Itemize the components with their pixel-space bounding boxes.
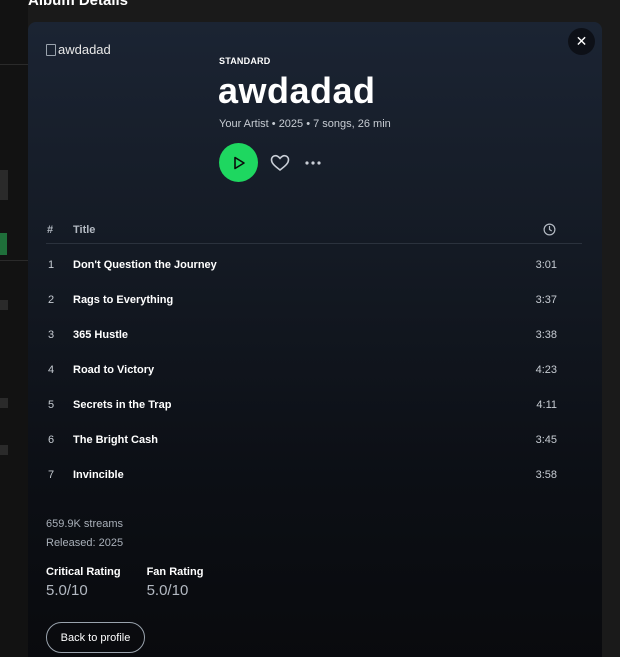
background-page (0, 0, 28, 657)
album-meta: Your Artist • 2025 • 7 songs, 26 min (219, 118, 391, 130)
track-row[interactable]: 3 365 Hustle 3:38 (46, 314, 582, 349)
like-button[interactable] (269, 152, 291, 174)
critical-rating: Critical Rating 5.0/10 (46, 566, 121, 599)
background-badge (0, 233, 7, 255)
ratings: Critical Rating 5.0/10 Fan Rating 5.0/10 (46, 566, 203, 599)
track-title: Don't Question the Journey (73, 259, 217, 271)
background-divider (0, 64, 28, 65)
album-stats: 659.9K streams Released: 2025 (46, 518, 123, 556)
track-number: 3 (48, 329, 55, 341)
track-table-header: # Title (46, 220, 582, 244)
close-button[interactable]: ✕ (568, 28, 595, 55)
track-duration: 3:37 (535, 294, 557, 306)
background-text-fragment (0, 300, 8, 310)
header-title: Title (73, 224, 96, 236)
track-title: Invincible (73, 469, 124, 481)
track-number: 1 (48, 259, 55, 271)
modal-heading: Album Details (28, 0, 129, 9)
background-text-fragment (0, 170, 8, 200)
album-details-modal: ✕ awdadad STANDARD awdadad Your Artist •… (28, 22, 602, 657)
heart-icon (270, 154, 290, 172)
track-duration: 3:01 (535, 259, 557, 271)
background-text-fragment (0, 445, 8, 455)
track-table: # Title 1 Don't Question the Journey 3:0… (46, 220, 582, 489)
album-cover-alt-text: awdadad (58, 42, 111, 57)
fan-rating-value: 5.0/10 (146, 582, 189, 599)
background-divider (0, 260, 28, 261)
track-number: 6 (48, 434, 55, 446)
clock-icon (543, 223, 556, 236)
track-duration: 3:45 (535, 434, 557, 446)
track-number: 2 (48, 294, 55, 306)
track-number: 5 (48, 399, 55, 411)
background-text-fragment (0, 398, 8, 408)
fan-rating: Fan Rating 5.0/10 (147, 566, 204, 599)
track-title: Secrets in the Trap (73, 399, 172, 411)
track-duration: 3:38 (535, 329, 557, 341)
album-title: awdadad (218, 70, 376, 111)
track-title: Rags to Everything (73, 294, 174, 306)
fan-rating-label: Fan Rating (146, 566, 204, 578)
track-duration: 3:58 (535, 469, 557, 481)
critical-rating-value: 5.0/10 (46, 582, 88, 599)
header-number: # (47, 224, 54, 236)
track-number: 4 (48, 364, 55, 376)
album-type-label: STANDARD (219, 56, 271, 66)
track-title: Road to Victory (73, 364, 155, 376)
play-button[interactable] (219, 143, 258, 182)
track-row[interactable]: 5 Secrets in the Trap 4:11 (46, 384, 582, 419)
more-icon (305, 161, 321, 165)
broken-image-icon (46, 44, 56, 56)
play-icon (233, 156, 245, 169)
track-row[interactable]: 2 Rags to Everything 3:37 (46, 279, 582, 314)
track-title: The Bright Cash (73, 434, 158, 446)
track-row[interactable]: 7 Invincible 3:58 (46, 454, 582, 489)
track-duration: 4:23 (535, 364, 557, 376)
critical-rating-label: Critical Rating (46, 566, 121, 578)
more-options-button[interactable] (302, 152, 324, 174)
track-row[interactable]: 6 The Bright Cash 3:45 (46, 419, 582, 454)
back-to-profile-button[interactable]: Back to profile (46, 622, 145, 653)
track-title: 365 Hustle (73, 329, 129, 341)
album-cover: awdadad (46, 42, 196, 192)
track-row[interactable]: 4 Road to Victory 4:23 (46, 349, 582, 384)
close-icon: ✕ (575, 33, 588, 49)
release-date: Released: 2025 (46, 537, 124, 549)
stream-count: 659.9K streams (46, 518, 124, 530)
track-row[interactable]: 1 Don't Question the Journey 3:01 (46, 244, 582, 279)
track-number: 7 (48, 469, 55, 481)
track-duration: 4:11 (536, 399, 557, 411)
